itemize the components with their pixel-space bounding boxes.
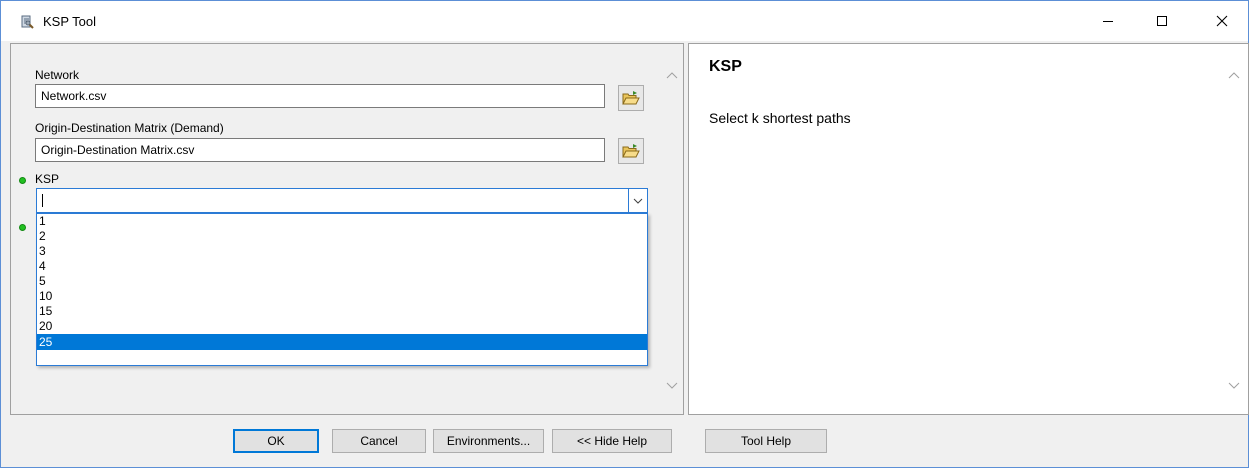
od-matrix-label: Origin-Destination Matrix (Demand) (35, 121, 224, 135)
close-button[interactable] (1199, 1, 1245, 41)
od-matrix-browse-button[interactable] (618, 138, 644, 164)
ksp-option[interactable]: 4 (37, 259, 647, 274)
ksp-option[interactable]: 20 (37, 319, 647, 334)
help-pane[interactable]: KSP Select k shortest paths (688, 43, 1249, 415)
ksp-option[interactable]: 10 (37, 289, 647, 304)
close-icon (1216, 15, 1228, 27)
open-folder-icon (622, 144, 640, 158)
environments-button[interactable]: Environments... (433, 429, 544, 453)
ksp-option[interactable]: 2 (37, 229, 647, 244)
window-title: KSP Tool (43, 14, 97, 29)
network-browse-button[interactable] (618, 85, 644, 111)
ksp-option-selected[interactable]: 25 (37, 334, 647, 350)
ksp-combobox[interactable] (36, 188, 648, 213)
chevron-up-icon (1228, 71, 1240, 78)
minimize-icon (1103, 21, 1113, 22)
required-indicator-icon (19, 224, 26, 231)
ksp-required-indicator-icon (19, 177, 26, 184)
ksp-dropdown-button[interactable] (628, 189, 647, 212)
chevron-up-icon (666, 71, 678, 78)
ksp-option[interactable]: 3 (37, 244, 647, 259)
ok-button[interactable]: OK (233, 429, 319, 453)
help-description: Select k shortest paths (709, 110, 851, 126)
title-bar[interactable]: KSP Tool (1, 1, 1248, 41)
open-folder-icon (622, 91, 640, 105)
ksp-label: KSP (35, 172, 60, 186)
ksp-option[interactable]: 5 (37, 274, 647, 289)
chevron-down-icon (633, 198, 643, 204)
ksp-tool-window: KSP Tool Network Network.csv Origin-Dest… (0, 0, 1249, 468)
cancel-button[interactable]: Cancel (332, 429, 426, 453)
tool-app-icon (19, 14, 35, 30)
scroll-up-button[interactable] (665, 68, 679, 82)
od-matrix-input[interactable]: Origin-Destination Matrix.csv (35, 138, 605, 162)
ksp-option[interactable]: 1 (37, 214, 647, 229)
ksp-dropdown-list[interactable]: 1 2 3 4 5 10 15 20 25 (36, 213, 648, 366)
chevron-down-icon (1228, 382, 1240, 389)
help-scroll-down-button[interactable] (1227, 378, 1241, 392)
hide-help-button[interactable]: << Hide Help (552, 429, 672, 453)
tool-help-button[interactable]: Tool Help (705, 429, 827, 453)
help-scroll-up-button[interactable] (1227, 68, 1241, 82)
scroll-down-button[interactable] (665, 378, 679, 392)
ksp-option[interactable]: 15 (37, 304, 647, 319)
parameters-pane[interactable]: Network Network.csv Origin-Destination M… (10, 43, 684, 415)
minimize-button[interactable] (1085, 1, 1131, 41)
text-caret (42, 194, 43, 207)
chevron-down-icon (666, 382, 678, 389)
network-input[interactable]: Network.csv (35, 84, 605, 108)
help-title: KSP (709, 58, 742, 75)
network-label: Network (35, 68, 80, 82)
maximize-button[interactable] (1139, 1, 1185, 41)
maximize-icon (1157, 16, 1167, 26)
